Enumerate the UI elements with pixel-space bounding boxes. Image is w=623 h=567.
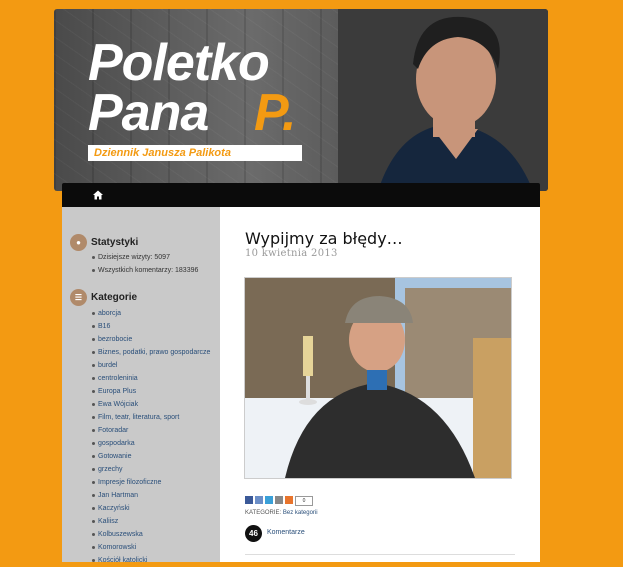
home-icon[interactable] — [92, 189, 104, 201]
post-title[interactable]: Wypijmy za błędy… — [245, 229, 403, 248]
stats-item: Dzisiejsze wizyty: 5097 — [92, 251, 198, 264]
category-link[interactable]: centroleninia — [92, 372, 210, 385]
category-link[interactable]: Bez kategorii — [283, 510, 318, 516]
category-link[interactable]: bezrobocie — [92, 333, 210, 346]
post-date: 10 kwietnia 2013 — [245, 248, 338, 259]
logo-line-2: Pana — [88, 84, 209, 142]
categories-list: aborcja B16 bezrobocie Biznes, podatki, … — [92, 307, 210, 567]
logo-p: P. — [254, 84, 297, 142]
category-link[interactable]: gospodarka — [92, 437, 210, 450]
category-link[interactable]: Kaczyński — [92, 502, 210, 515]
sidebar: ● Statystyki Dzisiejsze wizyty: 5097 Wsz… — [62, 207, 220, 564]
print-icon[interactable] — [275, 496, 283, 504]
stats-list: Dzisiejsze wizyty: 5097 Wszystkich komen… — [92, 251, 198, 277]
category-link[interactable]: B16 — [92, 320, 210, 333]
comments-count-badge[interactable]: 46 — [245, 525, 262, 542]
category-link[interactable]: Biznes, podatki, prawo gospodarcze — [92, 346, 210, 359]
main-content: Wypijmy za błędy… 10 kwietnia 2013 0 KAT… — [220, 207, 540, 562]
site-tagline: Dziennik Janusza Palikota — [88, 145, 302, 161]
stats-widget-title: ● Statystyki — [70, 234, 138, 251]
divider — [245, 554, 515, 555]
category-link[interactable]: Komorowski — [92, 541, 210, 554]
facebook-icon[interactable] — [245, 496, 253, 504]
header-portrait — [338, 9, 548, 191]
category-link[interactable]: burdel — [92, 359, 210, 372]
category-link[interactable]: Gotowanie — [92, 450, 210, 463]
list-icon: ☰ — [70, 289, 87, 306]
share-count: 0 — [295, 496, 313, 506]
stats-title: Statystyki — [91, 237, 139, 248]
categories-widget-title: ☰ Kategorie — [70, 289, 137, 306]
category-link[interactable]: Kościół katolicki — [92, 554, 210, 567]
email-icon[interactable] — [255, 496, 263, 504]
stats-icon: ● — [70, 234, 87, 251]
share-plus-icon[interactable] — [285, 496, 293, 504]
category-link[interactable]: Fotoradar — [92, 424, 210, 437]
logo-line-1: Poletko — [88, 34, 270, 92]
categories-label: KATEGORIE: — [245, 510, 282, 516]
share-buttons: 0 — [245, 496, 313, 506]
category-link[interactable]: Ewa Wójciak — [92, 398, 210, 411]
category-link[interactable]: Kaliisz — [92, 515, 210, 528]
category-link[interactable]: Kolbuszewska — [92, 528, 210, 541]
post-categories: KATEGORIE: Bez kategorii — [245, 510, 318, 516]
category-link[interactable]: Jan Hartman — [92, 489, 210, 502]
comments-link[interactable]: Komentarze — [267, 529, 305, 536]
post-image[interactable] — [244, 277, 512, 479]
category-link[interactable]: Europa Plus — [92, 385, 210, 398]
categories-title: Kategorie — [91, 292, 138, 303]
stats-item: Wszystkich komentarzy: 183396 — [92, 264, 198, 277]
category-link[interactable]: Film, teatr, literatura, sport — [92, 411, 210, 424]
site-header[interactable]: Poletko Pana P. Dziennik Janusza Palikot… — [54, 9, 548, 191]
category-link[interactable]: aborcja — [92, 307, 210, 320]
main-nav — [62, 183, 540, 207]
category-link[interactable]: Impresje filozoficzne — [92, 476, 210, 489]
category-link[interactable]: grzechy — [92, 463, 210, 476]
twitter-icon[interactable] — [265, 496, 273, 504]
